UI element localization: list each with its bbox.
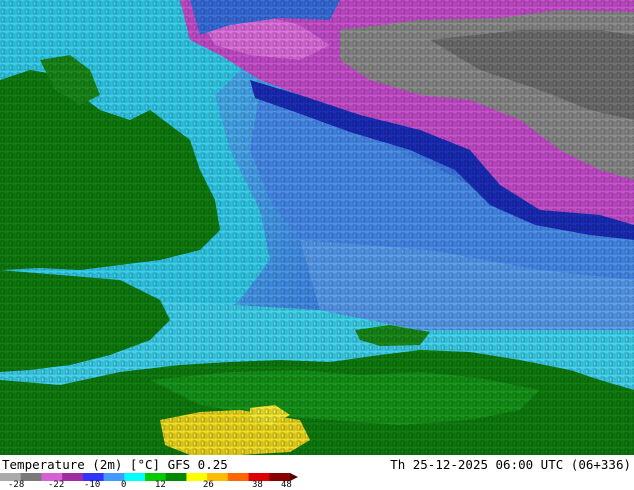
- tick-label: -10: [84, 480, 101, 490]
- tick-label: -22: [48, 480, 65, 490]
- tick-label: 48: [281, 480, 292, 490]
- tick-label: 0: [121, 480, 127, 490]
- color-swatch: [165, 473, 187, 481]
- color-swatch: [227, 473, 250, 481]
- tick-label: 26: [203, 480, 214, 490]
- tick-label: -28: [8, 480, 25, 490]
- valid-time: Th 25-12-2025 06:00 UTC (06+336): [390, 457, 631, 472]
- tick-label: 12: [155, 480, 166, 490]
- color-swatch: [124, 473, 146, 481]
- tick-label: 38: [252, 480, 263, 490]
- color-swatch: [62, 473, 84, 481]
- map-title: Temperature (2m) [°C] GFS 0.25: [2, 457, 228, 472]
- temperature-map[interactable]: [0, 0, 634, 455]
- value-grid-overlay: [0, 0, 634, 455]
